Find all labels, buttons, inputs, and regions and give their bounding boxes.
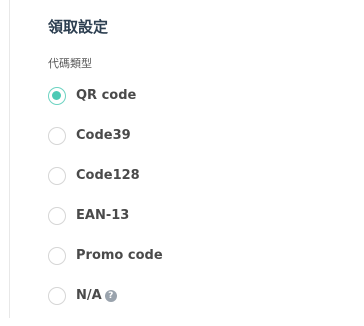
radio-label-promo-code: Promo code xyxy=(76,248,163,263)
radio-option-na[interactable]: N/A ? xyxy=(48,286,348,326)
radio-label-code128: Code128 xyxy=(76,168,140,183)
radio-option-code128[interactable]: Code128 xyxy=(48,166,348,206)
radio-button-code128[interactable] xyxy=(48,167,66,185)
radio-label-code39: Code39 xyxy=(76,128,131,143)
radio-button-na[interactable] xyxy=(48,287,66,305)
radio-label-na: N/A xyxy=(76,288,102,303)
question-circle-icon[interactable]: ? xyxy=(104,290,117,302)
radio-option-promo-code[interactable]: Promo code xyxy=(48,246,348,286)
radio-button-ean-13[interactable] xyxy=(48,207,66,225)
radio-button-code39[interactable] xyxy=(48,127,66,145)
radio-button-promo-code[interactable] xyxy=(48,247,66,265)
radio-label-ean-13: EAN-13 xyxy=(76,208,130,223)
left-divider xyxy=(9,0,10,318)
code-type-label: 代碼類型 xyxy=(48,57,92,70)
section-title: 領取設定 xyxy=(48,18,109,36)
code-type-radio-group: QR code Code39 Code128 EAN-13 Promo code… xyxy=(48,86,348,326)
radio-button-qr-code[interactable] xyxy=(48,87,66,105)
radio-option-ean-13[interactable]: EAN-13 xyxy=(48,206,348,246)
radio-option-qr-code[interactable]: QR code xyxy=(48,86,348,126)
radio-option-code39[interactable]: Code39 xyxy=(48,126,348,166)
radio-label-qr-code: QR code xyxy=(76,88,137,103)
